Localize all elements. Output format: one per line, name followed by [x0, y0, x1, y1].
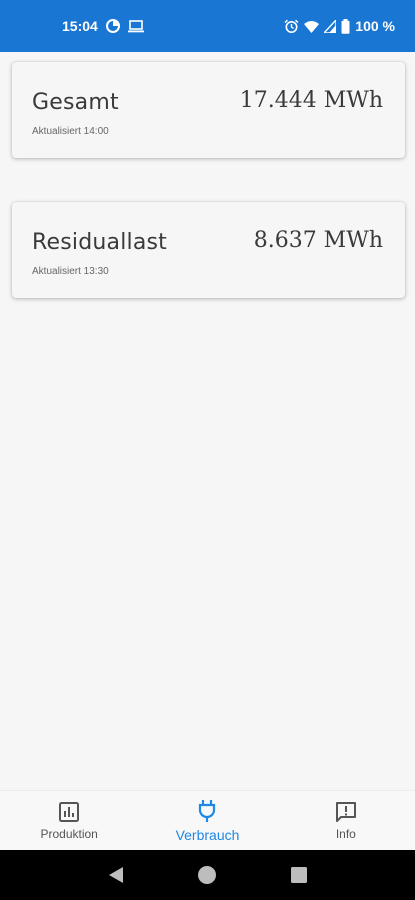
nav-item-info[interactable]: Info: [277, 791, 415, 850]
home-button[interactable]: [192, 860, 222, 890]
data-saver-icon: [105, 19, 120, 33]
bottom-navigation: Produktion Verbrauch Info: [0, 790, 415, 850]
nav-item-produktion[interactable]: Produktion: [0, 791, 138, 850]
card-value: 17.444 MWh: [239, 88, 383, 113]
alarm-icon: [284, 19, 299, 34]
nav-label: Info: [335, 826, 356, 841]
card-value: 8.637 MWh: [253, 228, 383, 253]
battery-icon: [341, 18, 350, 34]
card-updated-time: Aktualisiert 14:00: [32, 126, 109, 137]
nav-item-verbrauch[interactable]: Verbrauch: [138, 791, 276, 850]
bar-chart-icon: [58, 801, 80, 823]
card-title: Residuallast: [32, 230, 167, 255]
recents-square-icon: [291, 867, 308, 883]
feedback-icon: [335, 801, 357, 823]
status-bar: 15:04 100 %: [0, 0, 415, 52]
wifi-icon: [304, 20, 320, 33]
signal-icon: [324, 19, 337, 33]
recents-button[interactable]: [284, 860, 314, 890]
status-left: 15:04: [62, 18, 144, 34]
plug-icon: [197, 799, 217, 823]
consumption-card-total[interactable]: Gesamt 17.444 MWh Aktualisiert 14:00: [12, 62, 405, 158]
battery-percent: 100 %: [355, 18, 395, 34]
system-navigation-bar: [0, 850, 415, 900]
card-updated-time: Aktualisiert 13:30: [32, 266, 109, 277]
status-time: 15:04: [62, 18, 98, 34]
home-circle-icon: [198, 866, 217, 884]
back-triangle-icon: [108, 867, 123, 883]
back-button[interactable]: [101, 860, 131, 890]
consumption-card-residual[interactable]: Residuallast 8.637 MWh Aktualisiert 13:3…: [12, 202, 405, 298]
status-right: 100 %: [284, 18, 395, 34]
nav-label: Verbrauch: [175, 826, 240, 843]
laptop-icon: [127, 19, 144, 33]
card-title: Gesamt: [32, 90, 119, 115]
nav-label: Produktion: [40, 826, 98, 841]
